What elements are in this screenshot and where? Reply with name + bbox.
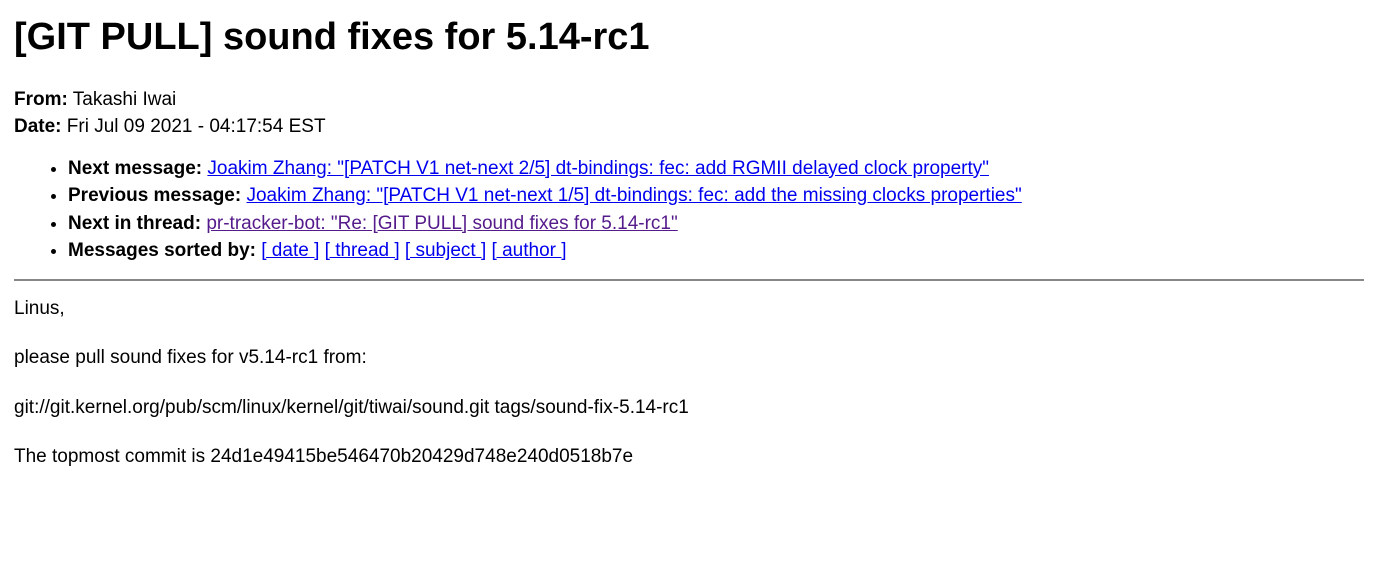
next-in-thread-link[interactable]: pr-tracker-bot: "Re: [GIT PULL] sound fi… xyxy=(206,213,677,234)
sorted-by-label: Messages sorted by: xyxy=(68,240,256,261)
nav-list: Next message: Joakim Zhang: "[PATCH V1 n… xyxy=(14,155,1364,265)
previous-message-label: Previous message: xyxy=(68,185,241,206)
date-label: Date: xyxy=(14,116,62,137)
page-title: [GIT PULL] sound fixes for 5.14-rc1 xyxy=(14,14,1364,62)
sort-date-link[interactable]: [ date ] xyxy=(261,240,319,261)
sort-subject-link[interactable]: [ subject ] xyxy=(405,240,486,261)
body-git-url: git://git.kernel.org/pub/scm/linux/kerne… xyxy=(14,394,1364,422)
sort-author-link[interactable]: [ author ] xyxy=(492,240,567,261)
sort-thread-link[interactable]: [ thread ] xyxy=(325,240,400,261)
previous-message-link[interactable]: Joakim Zhang: "[PATCH V1 net-next 1/5] d… xyxy=(246,185,1021,206)
from-label: From: xyxy=(14,89,68,110)
previous-message-item: Previous message: Joakim Zhang: "[PATCH … xyxy=(68,182,1364,210)
body-commit: The topmost commit is 24d1e49415be546470… xyxy=(14,443,1364,471)
next-in-thread-item: Next in thread: pr-tracker-bot: "Re: [GI… xyxy=(68,210,1364,238)
date-value: Fri Jul 09 2021 - 04:17:54 EST xyxy=(67,116,326,137)
divider xyxy=(14,279,1364,281)
sorted-by-item: Messages sorted by: [ date ] [ thread ] … xyxy=(68,237,1364,265)
next-in-thread-label: Next in thread: xyxy=(68,213,201,234)
date-line: Date: Fri Jul 09 2021 - 04:17:54 EST xyxy=(14,113,1364,141)
from-value: Takashi Iwai xyxy=(73,89,177,110)
next-message-label: Next message: xyxy=(68,158,202,179)
body-intro: please pull sound fixes for v5.14-rc1 fr… xyxy=(14,344,1364,372)
next-message-item: Next message: Joakim Zhang: "[PATCH V1 n… xyxy=(68,155,1364,183)
from-line: From: Takashi Iwai xyxy=(14,86,1364,114)
next-message-link[interactable]: Joakim Zhang: "[PATCH V1 net-next 2/5] d… xyxy=(207,158,989,179)
body-salutation: Linus, xyxy=(14,295,1364,323)
